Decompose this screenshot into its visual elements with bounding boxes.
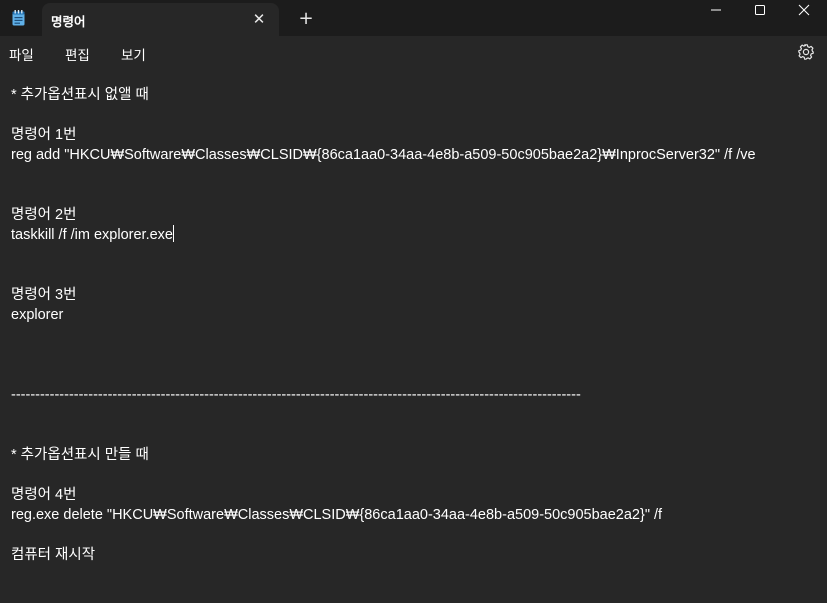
title-bar[interactable]: 명령어 ✕ + [0,0,827,36]
text-caret [172,225,174,242]
close-icon [798,4,810,16]
text-line-3: reg add "HKCU₩Software₩Classes₩CLSID₩{86… [11,147,756,163]
text-line-9: * 추가옵션표시 만들 때 [11,447,149,463]
text-line-6: 명령어 3번 [11,287,77,303]
text-line-12: 컴퓨터 재시작 [11,547,96,563]
gear-icon [798,44,814,60]
tab-document[interactable]: 명령어 ✕ [42,3,279,36]
text-line-2: 명령어 1번 [11,127,77,143]
tab-close-button[interactable]: ✕ [248,9,270,29]
maximize-button[interactable] [737,0,783,20]
text-line-7: explorer [11,307,64,323]
menu-edit[interactable]: 편집 [65,44,90,64]
text-line-5: taskkill /f /im explorer.exe [11,225,174,245]
close-window-button[interactable] [781,0,827,20]
text-editor[interactable]: * 추가옵션표시 없앨 때 명령어 1번 reg add "HKCU₩Softw… [0,68,827,603]
minimize-button[interactable] [693,0,739,20]
text-line-4: 명령어 2번 [11,207,77,223]
separator-line: ----------------------------------------… [11,387,581,403]
menu-file[interactable]: 파일 [9,44,34,64]
minimize-icon [711,9,721,11]
text-line-1: * 추가옵션표시 없앨 때 [11,87,149,103]
notepad-icon [12,10,25,26]
tab-title: 명령어 [51,14,86,29]
settings-button[interactable] [796,42,816,62]
notepad-window: 명령어 ✕ + 파일 편집 보기 * 추가옵션표시 없앨 때 명령어 1번 re… [0,0,827,603]
maximize-icon [755,5,765,15]
menu-bar: 파일 편집 보기 [0,36,827,68]
text-line-10: 명령어 4번 [11,487,77,503]
text-line-5-content: taskkill /f /im explorer.exe [11,227,173,243]
menu-view[interactable]: 보기 [121,44,146,64]
text-line-11: reg.exe delete "HKCU₩Software₩Classes₩CL… [11,507,663,523]
new-tab-button[interactable]: + [295,8,317,30]
